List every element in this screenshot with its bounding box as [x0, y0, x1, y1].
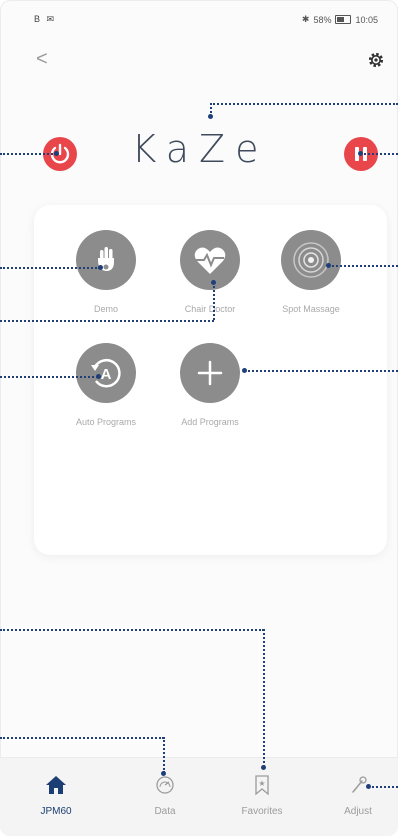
phone-screen: B ✉ ✱ 58% 10:05 < KaZe Demo Chair Doctor…: [0, 0, 398, 836]
callout-pin: [326, 263, 331, 268]
callout-pin: [242, 368, 247, 373]
callout-pin: [211, 280, 216, 285]
tile-demo-label: Demo: [93, 304, 118, 314]
tile-chair-doctor[interactable]: Chair Doctor: [155, 230, 265, 314]
callout-line: [0, 153, 56, 155]
tile-spot-massage-label: Spot Massage: [282, 304, 340, 314]
status-left: B ✉: [34, 14, 57, 24]
page-title: KaZe: [131, 127, 269, 171]
svg-text:★: ★: [258, 779, 265, 788]
tile-spot-massage-circle: [281, 230, 341, 290]
tile-auto-programs-circle: A: [76, 343, 136, 403]
callout-line: [328, 265, 398, 267]
battery-percent: 58%: [313, 14, 332, 25]
callout-pin: [96, 374, 101, 379]
callout-line: [263, 629, 265, 767]
callout-pin: [358, 151, 363, 156]
callout-pin: [366, 784, 371, 789]
tile-chair-doctor-label: Chair Doctor: [184, 304, 236, 314]
tile-auto-programs-label: Auto Programs: [75, 417, 137, 427]
target-rings-icon: [293, 242, 329, 278]
bookmark-icon: ★: [222, 772, 302, 798]
tab-jpm60-label: JPM60: [40, 806, 72, 817]
tile-add-programs[interactable]: Add Programs: [155, 343, 265, 427]
bluetooth-icon: ✱: [301, 14, 310, 24]
plus-icon: [197, 360, 223, 386]
heart-pulse-icon: [194, 247, 226, 274]
home-icon: [16, 772, 96, 798]
callout-line: [0, 629, 264, 631]
callout-line: [0, 267, 100, 269]
callout-line: [213, 282, 215, 320]
tab-favorites-label: Favorites: [241, 806, 283, 817]
tile-spot-massage[interactable]: Spot Massage: [256, 230, 366, 314]
tab-adjust[interactable]: Adjust: [318, 772, 398, 817]
hand-icon: [98, 247, 114, 271]
callout-pin: [98, 265, 103, 270]
callout-line: [163, 737, 165, 773]
callout-line: [0, 320, 214, 322]
callout-line: [210, 103, 398, 105]
callout-pin: [161, 771, 166, 776]
tile-add-programs-label: Add Programs: [181, 417, 239, 427]
wrench-icon: [318, 772, 398, 798]
tile-chair-doctor-circle: [180, 230, 240, 290]
callout-pin: [54, 151, 59, 156]
callout-line: [244, 370, 398, 372]
tab-favorites[interactable]: ★ Favorites: [222, 772, 302, 817]
tile-demo-circle: [76, 230, 136, 290]
tile-auto-programs[interactable]: A Auto Programs: [51, 343, 161, 427]
callout-line: [0, 376, 98, 378]
auto-a-icon: A: [91, 358, 121, 388]
tab-jpm60[interactable]: JPM60: [16, 772, 96, 817]
bottom-tab-bar: JPM60 Data ★ Favorites Adjust: [0, 757, 398, 836]
callout-pin: [208, 114, 213, 119]
back-button[interactable]: <: [36, 48, 48, 71]
tab-data-label: Data: [154, 806, 176, 817]
status-right: ✱ 58% 10:05: [302, 14, 378, 25]
gear-icon[interactable]: [366, 50, 386, 70]
svg-text:A: A: [101, 366, 112, 383]
clock: 10:05: [355, 14, 378, 25]
battery-icon: [335, 15, 352, 24]
callout-line: [368, 786, 398, 788]
gauge-icon: [125, 772, 205, 798]
function-panel: Demo Chair Doctor Spot Massage A Auto Pr…: [34, 205, 387, 555]
callout-line: [360, 153, 398, 155]
tab-adjust-label: Adjust: [344, 806, 372, 817]
status-bar: B ✉ ✱ 58% 10:05: [0, 0, 398, 34]
callout-line: [0, 737, 164, 739]
tab-data[interactable]: Data: [125, 772, 205, 817]
tile-demo[interactable]: Demo: [51, 230, 161, 314]
tile-add-programs-circle: [180, 343, 240, 403]
callout-pin: [261, 765, 266, 770]
